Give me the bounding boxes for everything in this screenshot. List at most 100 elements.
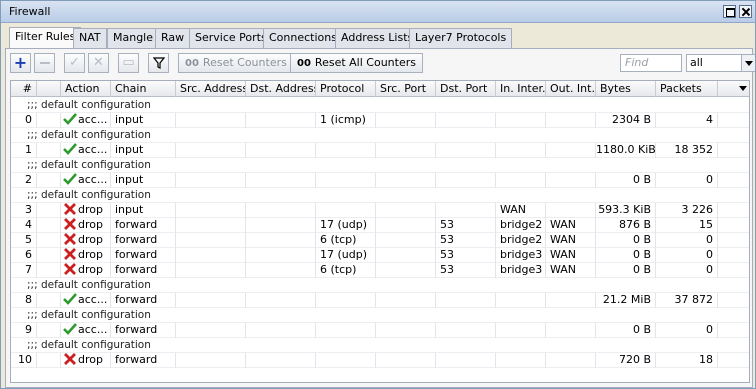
rule-out-interface: WAN [546, 263, 596, 278]
add-button[interactable]: + [10, 53, 31, 73]
rule-protocol [316, 143, 376, 158]
rule-dst-port [436, 113, 496, 128]
rule-src-address [176, 248, 246, 263]
table-row[interactable]: 0 acc... input 1 (icmp) 2304 B4 [11, 113, 749, 128]
rule-number: 0 [11, 113, 37, 128]
column-header-bytes[interactable]: Bytes [596, 81, 656, 97]
rule-in-interface [496, 173, 546, 188]
tab-connections[interactable]: Connections [263, 28, 343, 48]
table-row[interactable]: 8 acc... forward 21.2 MiB 37 872 [11, 293, 749, 308]
rule-bytes: 876 B [596, 218, 656, 233]
rule-bytes: 0 B [596, 323, 656, 338]
firewall-window: Firewall Filter Rules NAT Mangle Raw Ser… [0, 0, 756, 389]
column-header-protocol[interactable]: Protocol [316, 81, 376, 97]
rule-src-port [376, 323, 436, 338]
close-button[interactable] [739, 5, 752, 18]
table-row[interactable]: 6 drop forward 17 (udp) 53 bridge3 WAN 0 B0 [11, 248, 749, 263]
column-header-number[interactable]: # [11, 81, 37, 97]
counter-icon: 00 [297, 58, 311, 69]
rule-action: drop [61, 263, 111, 278]
tab-raw[interactable]: Raw [155, 28, 191, 48]
rule-action-label: drop [78, 248, 103, 261]
disable-button[interactable]: ✕ [88, 53, 109, 73]
table-row[interactable]: 4 drop forward 17 (udp) 53 bridge2 WAN 876 B 15 [11, 218, 749, 233]
comment-icon: ▭ [122, 55, 135, 70]
rule-in-interface: bridge2 [496, 233, 546, 248]
rule-packets: 0 [656, 263, 718, 278]
table-row[interactable]: 3 drop input WAN 593.3 KiB 3 226 [11, 203, 749, 218]
check-icon [63, 143, 77, 155]
rule-protocol [316, 353, 376, 368]
table-row[interactable]: 10 drop forward 720 B 18 [11, 353, 749, 368]
rule-out-interface: WAN [546, 248, 596, 263]
rule-action-label: acc... [78, 113, 108, 126]
table-row[interactable]: 7 drop forward 6 (tcp) 53 bridge3 WAN 0 B0 [11, 263, 749, 278]
rule-src-address [176, 263, 246, 278]
tab-filter-rules[interactable]: Filter Rules [9, 27, 82, 48]
rule-dst-port [436, 353, 496, 368]
maximize-button[interactable] [723, 5, 736, 18]
remove-button[interactable] [34, 53, 55, 73]
rule-out-interface: WAN [546, 233, 596, 248]
tab-mangle[interactable]: Mangle [107, 28, 160, 48]
column-header-in-interface[interactable]: In. Inter... [496, 81, 546, 97]
table-row[interactable]: 1 acc... input 1180.0 KiB 18 352 [11, 143, 749, 158]
rule-chain: forward [111, 293, 176, 308]
enable-button[interactable]: ✓ [64, 53, 85, 73]
filter-select-value: all [690, 56, 703, 69]
column-header-packets[interactable]: Packets [656, 81, 718, 97]
rule-status [37, 263, 61, 278]
rule-src-port [376, 263, 436, 278]
rule-src-address [176, 323, 246, 338]
column-menu[interactable] [718, 81, 749, 97]
rule-number: 1 [11, 143, 37, 158]
column-header-dst-port[interactable]: Dst. Port [436, 81, 496, 97]
table-row[interactable]: 2 acc... input 0 B0 [11, 173, 749, 188]
rule-number: 5 [11, 233, 37, 248]
column-header-action[interactable]: Action [61, 81, 111, 97]
dropdown-arrow-icon[interactable] [741, 55, 755, 71]
tab-nat[interactable]: NAT [73, 28, 107, 48]
find-input[interactable]: Find [620, 54, 682, 72]
column-header-status[interactable] [37, 81, 61, 97]
rule-comment[interactable]: ;;; default configuration [11, 308, 749, 323]
rule-action-label: drop [78, 263, 103, 276]
tab-service-ports[interactable]: Service Ports [189, 28, 273, 48]
column-header-chain[interactable]: Chain [111, 81, 176, 97]
table-row[interactable]: 5 drop forward 6 (tcp) 53 bridge2 WAN 0 B0 [11, 233, 749, 248]
rule-chain: forward [111, 353, 176, 368]
reset-counters-button[interactable]: 00 Reset Counters [178, 53, 294, 73]
cross-icon [64, 353, 76, 365]
tab-layer7-protocols[interactable]: Layer7 Protocols [409, 28, 513, 48]
reset-all-counters-button[interactable]: 00 Reset All Counters [290, 53, 423, 73]
rule-dst-port [436, 143, 496, 158]
rule-packets: 37 872 [656, 293, 718, 308]
rule-dst-port: 53 [436, 263, 496, 278]
tab-address-lists[interactable]: Address Lists [335, 28, 420, 48]
column-header-dst-address[interactable]: Dst. Address [246, 81, 316, 97]
rule-comment[interactable]: ;;; default configuration [11, 188, 749, 203]
rule-in-interface: WAN [496, 203, 546, 218]
rule-comment[interactable]: ;;; default configuration [11, 158, 749, 173]
column-header-src-port[interactable]: Src. Port [376, 81, 436, 97]
cross-icon [64, 233, 76, 245]
rule-bytes: 0 B [596, 233, 656, 248]
rule-comment[interactable]: ;;; default configuration [11, 128, 749, 143]
filter-select[interactable]: all [686, 54, 755, 72]
rule-bytes: 0 B [596, 263, 656, 278]
comment-button[interactable]: ▭ [118, 53, 139, 73]
title-bar[interactable]: Firewall [1, 1, 755, 23]
rule-comment[interactable]: ;;; default configuration [11, 338, 749, 353]
column-header-src-address[interactable]: Src. Address [176, 81, 246, 97]
rule-action: acc... [61, 293, 111, 308]
column-header-out-interface[interactable]: Out. Int... [546, 81, 596, 97]
rule-bytes: 2304 B [596, 113, 656, 128]
filter-button[interactable] [148, 53, 169, 73]
rule-bytes: 1180.0 KiB [596, 143, 656, 158]
funnel-icon [152, 57, 165, 69]
check-icon [63, 323, 77, 335]
rule-comment[interactable]: ;;; default configuration [11, 98, 749, 113]
table-row[interactable]: 9 acc... forward 0 B0 [11, 323, 749, 338]
rule-action: drop [61, 248, 111, 263]
rule-comment[interactable]: ;;; default configuration [11, 278, 749, 293]
